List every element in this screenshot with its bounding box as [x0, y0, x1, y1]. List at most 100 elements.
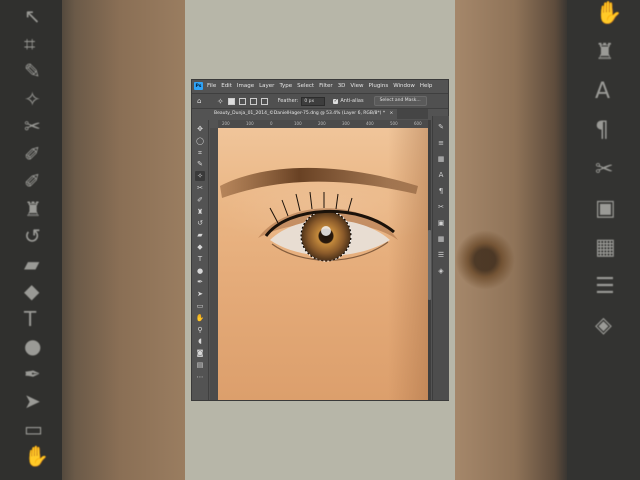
- swatches-panel-icon[interactable]: ▦: [436, 234, 446, 244]
- photoshop-window: Ps File Edit Image Layer Type Select Fil…: [192, 80, 449, 400]
- blurred-panel-right: ✋ ♜ A ¶ ✂ ▣ ▦ ☰ ◈: [567, 0, 640, 480]
- crop-tool-icon[interactable]: ⌗: [195, 148, 205, 158]
- eraser-tool-icon[interactable]: ▰: [195, 230, 205, 240]
- blurred-toolbar-left: ↖ ⌗ ✎ ✧ ✂ ✐ ✐ ♜ ↺ ▰ ◆ T ● ✒ ➤ ▭ ✋: [0, 0, 62, 480]
- select-and-mask-button[interactable]: Select and Mask...: [373, 96, 427, 106]
- menu-image[interactable]: Image: [237, 83, 254, 89]
- menu-view[interactable]: View: [350, 83, 363, 89]
- ruler-tick-label: 100: [294, 121, 302, 126]
- anti-alias-checkbox[interactable]: ✓: [333, 98, 339, 104]
- menu-filter[interactable]: Filter: [319, 83, 333, 89]
- pupil-highlight: [321, 226, 331, 236]
- ruler-tick-label: 500: [390, 121, 398, 126]
- adjustments-panel-icon[interactable]: ≡: [436, 138, 446, 148]
- scrollbar-thumb[interactable]: [428, 230, 431, 300]
- clone-stamp-tool-icon[interactable]: ♜: [195, 207, 205, 217]
- eyedropper-tool-icon[interactable]: ✎: [195, 159, 205, 169]
- add-to-selection-icon[interactable]: [238, 97, 246, 105]
- path-selection-tool-icon[interactable]: ➤: [195, 289, 205, 299]
- blurred-tool-icon: T: [24, 306, 37, 331]
- feather-input[interactable]: 0 px: [301, 96, 326, 106]
- eye-photo: [220, 167, 418, 262]
- blurred-panel-icon: ▦: [595, 235, 616, 260]
- blurred-tool-icon: ▰: [24, 251, 40, 276]
- blurred-panel-icon: ✂: [595, 157, 614, 182]
- hand-tool-icon[interactable]: ✋: [195, 313, 205, 323]
- dodge-tool-icon[interactable]: ◖: [195, 336, 205, 346]
- anti-alias-label: Anti-alias: [340, 98, 364, 104]
- tools-presets-panel-icon[interactable]: ✂: [436, 202, 446, 212]
- blurred-panel-icon: ✋: [595, 1, 623, 26]
- ruler-tick-label: 200: [222, 121, 230, 126]
- tools-panel: ✥ ◯ ⌗ ✎ ✧ ✂ ✐ ♜ ↺ ▰ ◆ T ● ✒ ➤ ▭ ✋ ⚲ ◖ ◙ ▤ ⋯: [192, 120, 209, 400]
- blurred-tool-icon: ✂: [24, 114, 41, 138]
- blurred-tool-icon: ↺: [24, 224, 41, 248]
- photoshop-logo-icon: Ps: [194, 82, 203, 90]
- menu-window[interactable]: Window: [393, 83, 415, 89]
- properties-panel-icon[interactable]: ☰: [436, 250, 446, 260]
- ruler-tick-label: 600: [414, 121, 422, 126]
- smudge-tool-icon[interactable]: ●: [195, 266, 205, 276]
- character-panel-icon[interactable]: A: [436, 170, 446, 180]
- move-tool-icon[interactable]: ✥: [195, 124, 205, 134]
- ruler-tick-label: 0: [270, 121, 273, 126]
- layer-comps-panel-icon[interactable]: ▣: [436, 218, 446, 228]
- blurred-tool-icon: ✧: [24, 86, 41, 111]
- layers-panel-icon[interactable]: ◈: [436, 266, 446, 276]
- history-brush-tool-icon[interactable]: ↺: [195, 218, 205, 228]
- blurred-tool-icon: ✎: [24, 59, 41, 83]
- menu-3d[interactable]: 3D: [338, 83, 346, 89]
- polygonal-lasso-preset-icon[interactable]: ✧: [217, 97, 224, 106]
- rectangle-tool-icon[interactable]: ▭: [195, 301, 205, 311]
- edit-toolbar-icon[interactable]: ⋯: [195, 372, 205, 382]
- type-tool-icon[interactable]: T: [195, 254, 205, 264]
- history-panel-icon[interactable]: ▦: [436, 154, 446, 164]
- document-tab-bar: Beauty_Dunja_01_2014_©DanielHager-75.dng…: [210, 109, 428, 119]
- document-tab[interactable]: Beauty_Dunja_01_2014_©DanielHager-75.dng…: [210, 109, 398, 119]
- menu-layer[interactable]: Layer: [259, 83, 274, 89]
- close-tab-icon[interactable]: ×: [390, 111, 394, 116]
- menu-help[interactable]: Help: [420, 83, 433, 89]
- polygonal-lasso-tool-icon[interactable]: ✧: [195, 171, 205, 182]
- paint-bucket-tool-icon[interactable]: ◆: [195, 242, 205, 252]
- blurred-panel-icon: ☰: [595, 274, 615, 299]
- paragraph-panel-icon[interactable]: ¶: [436, 186, 446, 196]
- quick-mask-icon[interactable]: ◙: [195, 348, 205, 358]
- healing-brush-tool-icon[interactable]: ✂: [195, 183, 205, 193]
- zoom-tool-icon[interactable]: ⚲: [195, 325, 205, 335]
- new-selection-icon[interactable]: [227, 97, 235, 105]
- menu-plugins[interactable]: Plugins: [368, 83, 388, 89]
- blurred-tool-icon: ✐: [24, 169, 41, 193]
- menu-type[interactable]: Type: [279, 83, 292, 89]
- blurred-panel-icon: ▣: [595, 196, 616, 221]
- menu-edit[interactable]: Edit: [221, 83, 232, 89]
- subtract-from-selection-icon[interactable]: [249, 97, 257, 105]
- blurred-tool-icon: ♜: [24, 196, 42, 221]
- document-canvas[interactable]: [218, 128, 428, 400]
- brush-settings-panel-icon[interactable]: ✎: [436, 122, 446, 132]
- panel-dock: ✎ ≡ ▦ A ¶ ✂ ▣ ▦ ☰ ◈: [432, 116, 449, 400]
- feather-label: Feather:: [277, 98, 299, 104]
- brush-tool-icon[interactable]: ✐: [195, 195, 205, 205]
- blurred-panel-icon: A: [595, 79, 611, 104]
- ruler-tick-label: 200: [318, 121, 326, 126]
- blurred-tool-icon: ✒: [24, 361, 41, 386]
- screen-mode-icon[interactable]: ▤: [195, 360, 205, 370]
- home-icon[interactable]: ⌂: [197, 97, 207, 105]
- blurred-tool-icon: ↖: [24, 4, 41, 28]
- menu-file[interactable]: File: [207, 83, 216, 89]
- blurred-eye: [455, 230, 515, 290]
- blurred-tool-icon: ◆: [24, 279, 40, 303]
- blurred-tool-icon: ⌗: [24, 31, 36, 56]
- blurred-tool-icon: ➤: [24, 389, 41, 413]
- document-tab-title: Beauty_Dunja_01_2014_©DanielHager-75.dng…: [214, 111, 386, 116]
- blurred-panel-icon: ◈: [595, 313, 612, 338]
- ellipse-marquee-tool-icon[interactable]: ◯: [195, 136, 205, 146]
- options-bar: ⌂ ✧ Feather: 0 px ✓ Anti-alias Select an…: [192, 93, 448, 109]
- ruler-tick-label: 400: [366, 121, 374, 126]
- menu-select[interactable]: Select: [297, 83, 314, 89]
- eyebrow: [220, 167, 418, 198]
- blurred-tool-icon: ✐: [24, 141, 41, 166]
- pen-tool-icon[interactable]: ✒: [195, 277, 205, 287]
- intersect-selection-icon[interactable]: [260, 97, 268, 105]
